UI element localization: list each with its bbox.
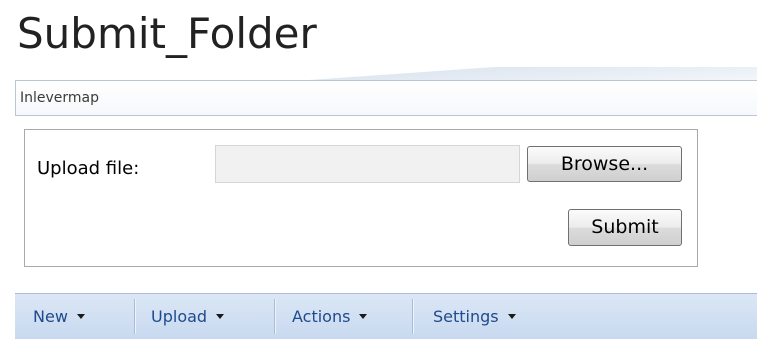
browse-button[interactable]: Browse... — [527, 146, 682, 182]
toolbar-upload-menu[interactable]: Upload — [151, 294, 225, 339]
toolbar-actions-label: Actions — [292, 307, 351, 326]
file-path-input[interactable] — [215, 145, 520, 183]
toolbar-upload-label: Upload — [151, 307, 208, 326]
chevron-down-icon — [507, 314, 516, 319]
upload-file-label: Upload file: — [37, 158, 140, 179]
submit-button[interactable]: Submit — [568, 209, 682, 246]
toolbar-settings-label: Settings — [433, 307, 499, 326]
page-title: Submit_Folder — [17, 9, 317, 58]
toolbar-new-label: New — [33, 307, 68, 326]
toolbar-separator — [134, 299, 135, 334]
toolbar-separator — [412, 299, 413, 334]
toolbar-settings-menu[interactable]: Settings — [433, 294, 516, 339]
chevron-down-icon — [359, 314, 368, 319]
title-band-decoration — [0, 67, 757, 80]
toolbar-separator — [274, 299, 275, 334]
toolbar-actions-menu[interactable]: Actions — [292, 294, 368, 339]
upload-panel: Upload file: Browse... Submit — [24, 129, 698, 267]
toolbar: New Upload Actions Settings — [15, 293, 757, 339]
subheader-bar: Inlevermap — [15, 80, 757, 116]
toolbar-new-menu[interactable]: New — [33, 294, 85, 339]
chevron-down-icon — [76, 314, 85, 319]
chevron-down-icon — [216, 314, 225, 319]
subheader-label: Inlevermap — [20, 90, 100, 106]
